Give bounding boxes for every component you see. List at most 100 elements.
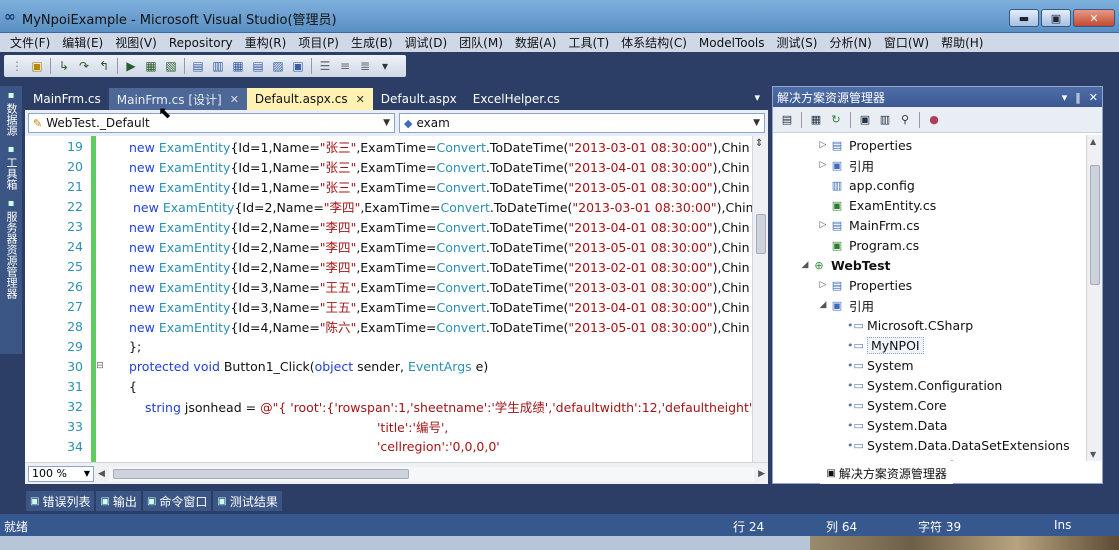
doc-tab[interactable]: MainFrm.cs [设计] ✕ (108, 88, 247, 110)
menu-item[interactable]: 团队(M) (453, 34, 509, 51)
left-tool-tab[interactable]: ▪ 工具箱 (3, 144, 19, 190)
tree-item[interactable]: ▷ ▣ 引用 (773, 155, 1086, 175)
menu-item[interactable]: 帮助(H) (935, 34, 989, 51)
bottom-tab[interactable]: ▣ 测试结果 (213, 491, 282, 511)
tabs-dropdown-icon[interactable]: ▾ (746, 91, 768, 110)
breakpoint-window-icon[interactable]: ▧ (162, 57, 180, 75)
menu-item[interactable]: 测试(S) (771, 34, 824, 51)
class-view-icon[interactable]: ⚲ (897, 111, 913, 129)
menu-item[interactable]: Repository (163, 36, 239, 50)
tree-item[interactable]: ◢ ⊕ WebTest (773, 255, 1086, 275)
menu-item[interactable]: ModelTools (693, 36, 771, 50)
tree-item[interactable]: •▭ System (773, 355, 1086, 375)
tree-item[interactable]: •▭ System.Data.DataSetExtensions (773, 435, 1086, 455)
scroll-up-icon[interactable]: ▲ (1090, 137, 1096, 146)
menu-item[interactable]: 数据(A) (509, 34, 563, 51)
tree-item[interactable]: ▥ app.config (773, 175, 1086, 195)
tree-item[interactable]: ▣ Program.cs (773, 235, 1086, 255)
step-over-icon[interactable]: ↷ (75, 57, 93, 75)
toolbar-overflow-icon[interactable]: ▾ (376, 57, 394, 75)
menu-item[interactable]: 分析(N) (823, 34, 877, 51)
grid-icon[interactable]: ▤ (249, 57, 267, 75)
pending-changes-icon[interactable]: ● (926, 111, 942, 129)
tree-item[interactable]: •▭System.Drawing (773, 455, 1086, 462)
comment-icon[interactable]: ≣ (356, 57, 374, 75)
tree-expander-icon[interactable]: ◢ (817, 300, 829, 310)
window-icon[interactable]: ▣ (289, 57, 307, 75)
minimize-button[interactable]: ▬ (1009, 9, 1039, 27)
tree-expander-icon[interactable]: ▷ (817, 160, 829, 170)
tree-item[interactable]: ▷ ▤ Properties (773, 275, 1086, 295)
panel-tab[interactable]: ▤ 属性 (772, 463, 820, 484)
scroll-down-icon[interactable]: ▼ (1090, 450, 1096, 459)
step-into-icon[interactable]: ↳ (55, 57, 73, 75)
layout-icon[interactable]: ▥ (209, 57, 227, 75)
tree-expander-icon[interactable]: ◢ (799, 260, 811, 270)
step-out-icon[interactable]: ↰ (95, 57, 113, 75)
bottom-tab[interactable]: ▣ 错误列表 (26, 491, 95, 511)
view-code-icon[interactable]: ▣ (857, 111, 873, 129)
tree-item[interactable]: •▭ System.Core (773, 395, 1086, 415)
menu-item[interactable]: 编辑(E) (56, 34, 109, 51)
tree-expander-icon[interactable]: ▷ (817, 280, 829, 290)
doc-tab[interactable]: MainFrm.cs (25, 88, 109, 110)
table-icon[interactable]: ▦ (229, 57, 247, 75)
maximize-button[interactable]: ▣ (1041, 9, 1071, 27)
tree-expander-icon[interactable]: ▷ (817, 140, 829, 150)
pin-icon[interactable]: ‖ (1075, 91, 1081, 104)
tab-close-icon[interactable]: ✕ (230, 93, 239, 106)
outdent-icon[interactable]: ≡ (336, 57, 354, 75)
bottom-tab[interactable]: ▣ 命令窗口 (142, 491, 212, 511)
tree-item[interactable]: ▷ ▤ Properties (773, 135, 1086, 155)
export-icon[interactable]: ▨ (269, 57, 287, 75)
properties-icon[interactable]: ▦ (808, 111, 824, 129)
tree-item[interactable]: •▭ System.Data (773, 415, 1086, 435)
scrollbar-thumb[interactable] (112, 468, 409, 479)
view-designer-icon[interactable]: ▥ (877, 111, 893, 129)
refresh-icon[interactable]: ↻ (828, 111, 844, 129)
member-selector[interactable]: ◆ exam ▼ (399, 113, 765, 133)
scrollbar-thumb[interactable] (1090, 165, 1100, 285)
class-selector[interactable]: ✎ WebTest._Default ▼ (28, 113, 395, 133)
scrollbar-thumb[interactable] (756, 214, 766, 254)
doc-tab[interactable]: Default.aspx.cs ✕ (246, 88, 373, 110)
menu-item[interactable]: 视图(V) (109, 34, 163, 51)
doc-tab[interactable]: Default.aspx (373, 88, 465, 110)
tree-item[interactable]: ▣ ExamEntity.cs (773, 195, 1086, 215)
tab-close-icon[interactable]: ✕ (356, 93, 365, 106)
panel-tab[interactable]: ▣ 解决方案资源管理器 (820, 463, 953, 484)
zoom-selector[interactable]: 100 % ▼ (28, 465, 94, 482)
tree-item[interactable]: ▷ ▤ MainFrm.cs (773, 215, 1086, 235)
tree-item[interactable]: •▭ MyNPOI (773, 335, 1086, 355)
indent-icon[interactable]: ☰ (316, 57, 334, 75)
menu-item[interactable]: 工具(T) (562, 34, 615, 51)
menu-item[interactable]: 生成(B) (345, 34, 399, 51)
menu-item[interactable]: 调试(D) (399, 34, 454, 51)
editor-vertical-scrollbar[interactable]: ⇕ (752, 136, 768, 462)
collapse-all-icon[interactable]: ▤ (779, 111, 795, 129)
panel-close-icon[interactable]: ✕ (1089, 91, 1098, 104)
note-icon[interactable]: ▣ (28, 57, 46, 75)
tree-expander-icon[interactable]: ▷ (817, 220, 829, 230)
code-area[interactable]: 19 new ExamEntity{Id=1,Name="张三",ExamTime… (25, 136, 768, 462)
menu-item[interactable]: 项目(P) (292, 34, 345, 51)
left-tool-tab[interactable]: ▪ 数据源 (3, 90, 19, 136)
bottom-tab[interactable]: ▣ 输出 (96, 491, 141, 511)
run-icon[interactable]: ▶ (122, 57, 140, 75)
debug-window-icon[interactable]: ▦ (142, 57, 160, 75)
menu-item[interactable]: 文件(F) (4, 34, 56, 51)
splitter-icon[interactable]: ⇕ (755, 138, 763, 149)
left-tool-tab[interactable]: ▪ 服务器资源管理器 (3, 198, 19, 299)
tree-item[interactable]: •▭ System.Configuration (773, 375, 1086, 395)
panel-menu-icon[interactable]: ▾ (1062, 91, 1068, 104)
tree-item[interactable]: ◢ ▣ 引用 (773, 295, 1086, 315)
fold-collapse-icon[interactable]: ⊟ (93, 361, 107, 371)
menu-item[interactable]: 体系结构(C) (615, 34, 693, 51)
solution-vertical-scrollbar[interactable]: ▲ ▼ (1086, 135, 1102, 461)
scroll-right-icon[interactable]: ▶ (758, 469, 765, 479)
menu-item[interactable]: 重构(R) (239, 34, 293, 51)
doc-tab[interactable]: ExcelHelper.cs (465, 88, 568, 110)
scroll-left-icon[interactable]: ◀ (98, 469, 105, 479)
close-button[interactable]: ✕ (1073, 9, 1115, 27)
editor-horizontal-scrollbar[interactable] (108, 466, 755, 481)
